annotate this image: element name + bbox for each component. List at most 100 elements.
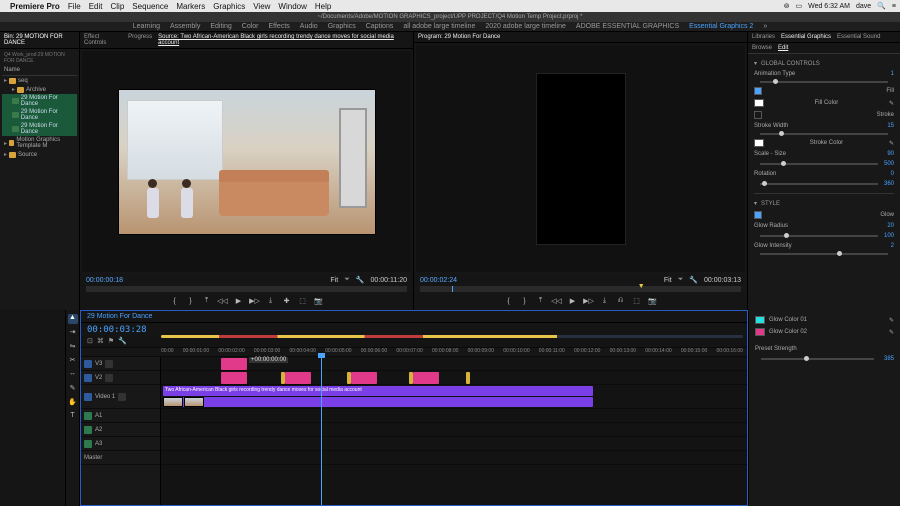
tab-libraries[interactable]: Libraries — [752, 34, 775, 40]
track-header-v2[interactable]: V2 — [81, 371, 160, 385]
track-header-v1[interactable]: Video 1 — [81, 385, 160, 409]
eg-browse-tab[interactable]: Browse — [752, 45, 772, 51]
ws-audio[interactable]: Audio — [300, 23, 318, 30]
project-item-sequence-1[interactable]: 29 Motion For Dance — [2, 94, 77, 108]
tab-essential-sound[interactable]: Essential Sound — [837, 34, 880, 40]
menu-help[interactable]: Help — [315, 2, 331, 11]
ws-editing[interactable]: Editing — [210, 23, 231, 30]
track-select-tool[interactable]: ⇥ — [68, 328, 78, 338]
eg-stroke-color-swatch[interactable] — [754, 139, 764, 147]
ws-custom3[interactable]: ADOBE ESSENTIAL GRAPHICS — [576, 23, 679, 30]
mark-in-button[interactable]: { — [170, 296, 180, 306]
eg-glow-radius-slider[interactable] — [760, 235, 878, 237]
step-back-button[interactable]: ◁◁ — [552, 296, 562, 306]
overwrite-button[interactable]: ⬚ — [298, 296, 308, 306]
menu-clip[interactable]: Clip — [111, 2, 125, 11]
eg-scale-slider[interactable] — [760, 163, 878, 165]
track-header-a2[interactable]: A2 — [81, 423, 160, 437]
eyedropper-icon[interactable]: ✎ — [889, 317, 894, 324]
export-frame-button[interactable]: 📷 — [648, 296, 658, 306]
track-header-a3[interactable]: A3 — [81, 437, 160, 451]
timeline-ruler[interactable]: 00:0000:00:01:0000:00:02:0000:00:03:0000… — [81, 347, 747, 357]
eg-scale-value[interactable]: 90 — [887, 151, 894, 157]
eg-stroke-width-value[interactable]: 15 — [887, 123, 894, 129]
ws-effects[interactable]: Effects — [269, 23, 290, 30]
tab-progress[interactable]: Progress — [128, 34, 152, 46]
tab-effect-controls[interactable]: Effect Controls — [84, 34, 122, 46]
menubar-battery-icon[interactable]: ▭ — [795, 2, 802, 10]
project-item-archive[interactable]: ▸Archive — [2, 85, 77, 94]
timeline-navigator[interactable] — [161, 335, 743, 338]
go-to-out-button[interactable]: ⤓ — [600, 296, 610, 306]
eye-icon[interactable] — [105, 360, 113, 368]
track-header-v3[interactable]: V3 — [81, 357, 160, 371]
out-marker-icon[interactable]: ▼ — [638, 283, 645, 290]
timeline-sequence-tab[interactable]: 29 Motion For Dance — [87, 313, 152, 320]
clip-graphic[interactable] — [221, 358, 247, 370]
marker-add-button[interactable]: ⚑ — [108, 337, 114, 345]
track-toggle-icon[interactable] — [84, 440, 92, 448]
menu-edit[interactable]: Edit — [89, 2, 103, 11]
project-item-seq-folder[interactable]: ▸seq — [2, 76, 77, 85]
slip-tool[interactable]: ↔ — [68, 370, 78, 380]
project-item-sequence-2[interactable]: 29 Motion For Dance — [2, 108, 77, 122]
step-back-button[interactable]: ◁◁ — [218, 296, 228, 306]
clip-graphic[interactable] — [285, 372, 311, 384]
menubar-wifi-icon[interactable]: ⊚ — [784, 2, 790, 10]
menu-window[interactable]: Window — [278, 2, 306, 11]
play-button[interactable]: ▶ — [568, 296, 578, 306]
track-header-master[interactable]: Master — [81, 451, 160, 465]
track-header-a1[interactable]: A1 — [81, 409, 160, 423]
eg-animation-slider[interactable] — [760, 81, 888, 83]
ws-custom2[interactable]: 2020 adobe large timeline — [485, 23, 566, 30]
ws-captions[interactable]: Captions — [366, 23, 394, 30]
program-scrubber[interactable]: ▼ — [420, 286, 741, 292]
eg-glow-color2-swatch[interactable] — [755, 328, 765, 336]
eg-fill-color-swatch[interactable] — [754, 99, 764, 107]
lift-button[interactable]: ⎌ — [616, 296, 626, 306]
menubar-search-icon[interactable]: 🔍 — [877, 2, 886, 10]
menu-file[interactable]: File — [68, 2, 81, 11]
ws-assembly[interactable]: Assembly — [170, 23, 200, 30]
track-toggle-icon[interactable] — [84, 426, 92, 434]
program-timecode[interactable]: 00:00:02:24 — [420, 277, 457, 284]
eg-glow-intensity-slider[interactable] — [760, 253, 888, 255]
project-bin-tab[interactable]: Bin: 29 MOTION FOR DANCE — [4, 34, 75, 46]
eg-stroke-width-slider[interactable] — [760, 133, 888, 135]
track-toggle-icon[interactable] — [84, 412, 92, 420]
ws-essential-graphics-2[interactable]: Essential Graphics 2 — [689, 23, 753, 30]
eg-fill-checkbox[interactable] — [754, 87, 762, 95]
type-tool[interactable]: T — [68, 412, 78, 422]
timeline-track-area[interactable]: +00:00:00:00 Two African-American Black … — [161, 357, 747, 505]
eg-stroke-checkbox[interactable] — [754, 111, 762, 119]
extract-button[interactable]: ⬚ — [632, 296, 642, 306]
wrench-icon[interactable]: 🔧 — [356, 276, 365, 284]
insert-button[interactable]: ✚ — [282, 296, 292, 306]
chevron-down-icon[interactable]: ▾ — [754, 60, 757, 67]
go-to-out-button[interactable]: ⤓ — [266, 296, 276, 306]
mark-out-button[interactable]: } — [186, 296, 196, 306]
project-item-sequence-3[interactable]: 29 Motion For Dance — [2, 122, 77, 136]
eye-icon[interactable] — [118, 393, 126, 401]
tab-source-clip[interactable]: Source: Two African-American Black girls… — [158, 34, 409, 46]
eg-animation-type-value[interactable]: 1 — [891, 71, 894, 77]
menubar-user[interactable]: dave — [856, 3, 871, 10]
menu-view[interactable]: View — [253, 2, 270, 11]
go-to-in-button[interactable]: ⤒ — [202, 296, 212, 306]
eg-rotation-value[interactable]: 0 — [891, 171, 894, 177]
export-frame-button[interactable]: 📷 — [314, 296, 324, 306]
wrench-icon[interactable]: 🔧 — [689, 276, 698, 284]
source-in-timecode[interactable]: 00:00:00:18 — [86, 277, 123, 284]
step-forward-button[interactable]: ▶▷ — [250, 296, 260, 306]
snap-toggle[interactable]: ⊡ — [87, 337, 93, 345]
clip-graphic[interactable] — [351, 372, 377, 384]
step-forward-button[interactable]: ▶▷ — [584, 296, 594, 306]
eg-preset-strength-slider[interactable] — [761, 358, 874, 360]
project-item-source-folder[interactable]: ▸Source — [2, 150, 77, 159]
timeline-playhead-timecode[interactable]: 00:00:03:28 — [87, 325, 147, 335]
eg-glow-intensity-value[interactable]: 2 — [891, 243, 894, 249]
hand-tool[interactable]: ✋ — [68, 398, 78, 408]
tab-essential-graphics[interactable]: Essential Graphics — [781, 34, 831, 40]
ws-custom1[interactable]: all adobe large timeline — [403, 23, 475, 30]
menubar-notifications-icon[interactable]: ≡ — [892, 3, 896, 10]
